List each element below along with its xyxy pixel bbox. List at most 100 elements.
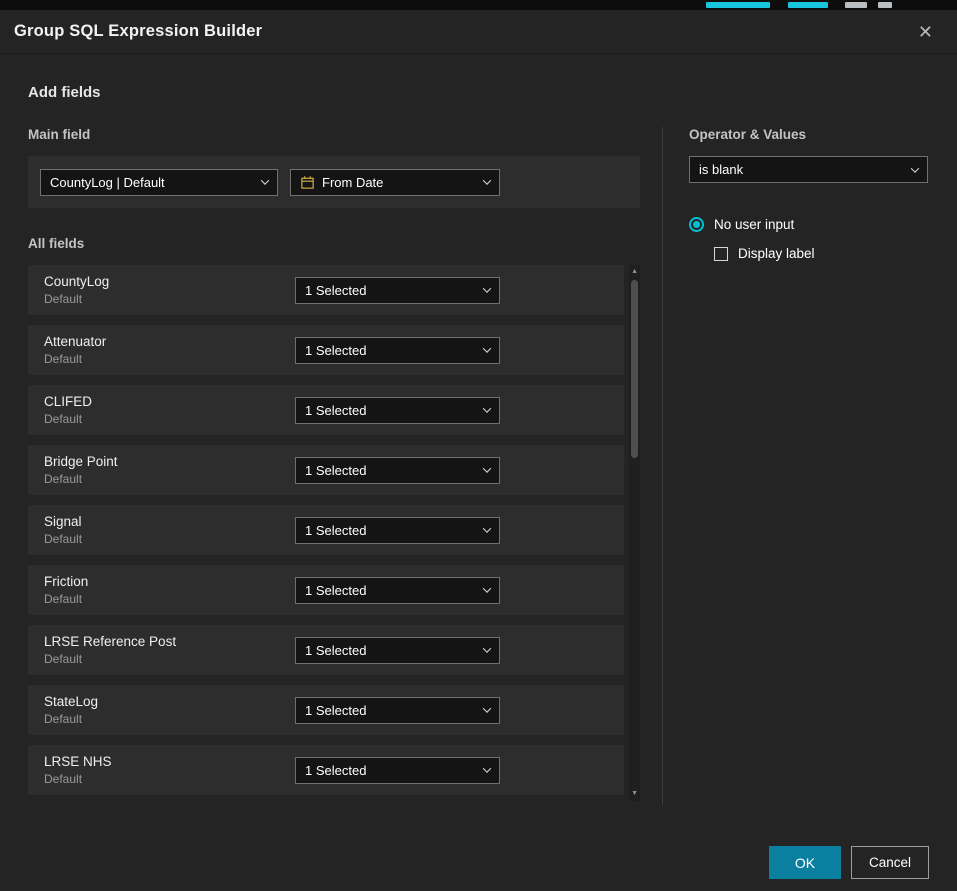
chevron-down-icon [483, 704, 491, 712]
field-row-labels: CountyLog Default [44, 274, 295, 306]
field-subtitle: Default [44, 772, 295, 786]
dialog-content: Add fields Main field CountyLog | Defaul… [0, 84, 957, 805]
scrollbar-thumb[interactable] [631, 280, 638, 458]
field-row: Attenuator Default 1 Selected [28, 325, 624, 375]
field-row: Friction Default 1 Selected [28, 565, 624, 615]
field-row-labels: StateLog Default [44, 694, 295, 726]
add-fields-heading: Add fields [28, 84, 928, 101]
field-row: Signal Default 1 Selected [28, 505, 624, 555]
scroll-down-icon[interactable]: ▼ [631, 790, 638, 798]
chevron-down-icon [483, 764, 491, 772]
close-icon[interactable]: ✕ [912, 19, 939, 45]
field-name: LRSE NHS [44, 754, 295, 769]
fields-pane: Main field CountyLog | Default [28, 127, 640, 805]
field-selected-dropdown[interactable]: 1 Selected [295, 337, 500, 364]
field-selected-dropdown[interactable]: 1 Selected [295, 757, 500, 784]
scrollbar[interactable]: ▲ ▼ [629, 265, 640, 801]
chevron-down-icon [483, 524, 491, 532]
field-selected-value: 1 Selected [305, 763, 366, 778]
field-selected-dropdown[interactable]: 1 Selected [295, 457, 500, 484]
operator-values-pane: Operator & Values is blank No user input… [663, 127, 928, 805]
field-row-labels: Attenuator Default [44, 334, 295, 366]
field-dropdown[interactable]: From Date [290, 169, 500, 196]
field-selected-value: 1 Selected [305, 463, 366, 478]
field-subtitle: Default [44, 472, 295, 486]
field-selected-value: 1 Selected [305, 523, 366, 538]
calendar-icon [300, 175, 315, 190]
ok-button[interactable]: OK [769, 846, 841, 879]
field-selected-dropdown[interactable]: 1 Selected [295, 637, 500, 664]
field-name: CountyLog [44, 274, 295, 289]
chevron-down-icon [261, 176, 269, 184]
field-selected-value: 1 Selected [305, 283, 366, 298]
field-selected-dropdown[interactable]: 1 Selected [295, 697, 500, 724]
field-row-labels: Friction Default [44, 574, 295, 606]
chevron-down-icon [483, 284, 491, 292]
all-fields-label: All fields [28, 236, 640, 251]
field-subtitle: Default [44, 592, 295, 606]
checkbox-unchecked-icon[interactable] [714, 247, 728, 261]
field-row: LRSE NHS Default 1 Selected [28, 745, 624, 795]
field-subtitle: Default [44, 412, 295, 426]
field-row-labels: LRSE Reference Post Default [44, 634, 295, 666]
chevron-down-icon [483, 464, 491, 472]
operator-values-label: Operator & Values [689, 127, 928, 142]
field-subtitle: Default [44, 652, 295, 666]
dialog-title: Group SQL Expression Builder [14, 22, 262, 41]
dialog-footer: OK Cancel [769, 846, 929, 879]
dialog-header: Group SQL Expression Builder ✕ [0, 10, 957, 54]
group-sql-expression-builder-dialog: Group SQL Expression Builder ✕ Add field… [0, 10, 957, 891]
field-row: StateLog Default 1 Selected [28, 685, 624, 735]
layer-dropdown[interactable]: CountyLog | Default [40, 169, 278, 196]
background-app-fragment [788, 2, 828, 8]
field-row: Bridge Point Default 1 Selected [28, 445, 624, 495]
field-selected-value: 1 Selected [305, 343, 366, 358]
field-subtitle: Default [44, 532, 295, 546]
no-user-input-option[interactable]: No user input [689, 217, 928, 232]
field-name: Signal [44, 514, 295, 529]
background-app-strip [0, 0, 957, 10]
field-subtitle: Default [44, 292, 295, 306]
field-name: Friction [44, 574, 295, 589]
no-user-input-label: No user input [714, 217, 794, 232]
layer-dropdown-value: CountyLog | Default [50, 175, 165, 190]
field-row-labels: LRSE NHS Default [44, 754, 295, 786]
display-label-label: Display label [738, 246, 815, 261]
field-selected-dropdown[interactable]: 1 Selected [295, 277, 500, 304]
field-name: CLIFED [44, 394, 295, 409]
field-name: StateLog [44, 694, 295, 709]
chevron-down-icon [483, 584, 491, 592]
all-fields-list-wrap: CountyLog Default 1 Selected Attenuator … [28, 265, 640, 805]
scroll-up-icon[interactable]: ▲ [631, 268, 638, 276]
operator-dropdown-value: is blank [699, 162, 743, 177]
field-row-labels: Bridge Point Default [44, 454, 295, 486]
chevron-down-icon [483, 644, 491, 652]
field-selected-dropdown[interactable]: 1 Selected [295, 517, 500, 544]
field-row-labels: CLIFED Default [44, 394, 295, 426]
field-row: LRSE Reference Post Default 1 Selected [28, 625, 624, 675]
field-row-labels: Signal Default [44, 514, 295, 546]
field-selected-value: 1 Selected [305, 583, 366, 598]
field-selected-value: 1 Selected [305, 643, 366, 658]
field-name: Bridge Point [44, 454, 295, 469]
field-subtitle: Default [44, 352, 295, 366]
display-label-option[interactable]: Display label [714, 246, 928, 261]
field-subtitle: Default [44, 712, 295, 726]
field-name: LRSE Reference Post [44, 634, 295, 649]
radio-selected-icon[interactable] [689, 217, 704, 232]
chevron-down-icon [911, 164, 919, 172]
operator-dropdown[interactable]: is blank [689, 156, 928, 183]
cancel-button[interactable]: Cancel [851, 846, 929, 879]
chevron-down-icon [483, 344, 491, 352]
chevron-down-icon [483, 404, 491, 412]
background-app-fragment [706, 2, 770, 8]
field-row: CountyLog Default 1 Selected [28, 265, 624, 315]
field-row: CLIFED Default 1 Selected [28, 385, 624, 435]
chevron-down-icon [483, 176, 491, 184]
main-field-label: Main field [28, 127, 640, 142]
background-app-fragment [845, 2, 867, 8]
field-selected-dropdown[interactable]: 1 Selected [295, 577, 500, 604]
field-dropdown-value: From Date [322, 175, 383, 190]
field-name: Attenuator [44, 334, 295, 349]
field-selected-dropdown[interactable]: 1 Selected [295, 397, 500, 424]
